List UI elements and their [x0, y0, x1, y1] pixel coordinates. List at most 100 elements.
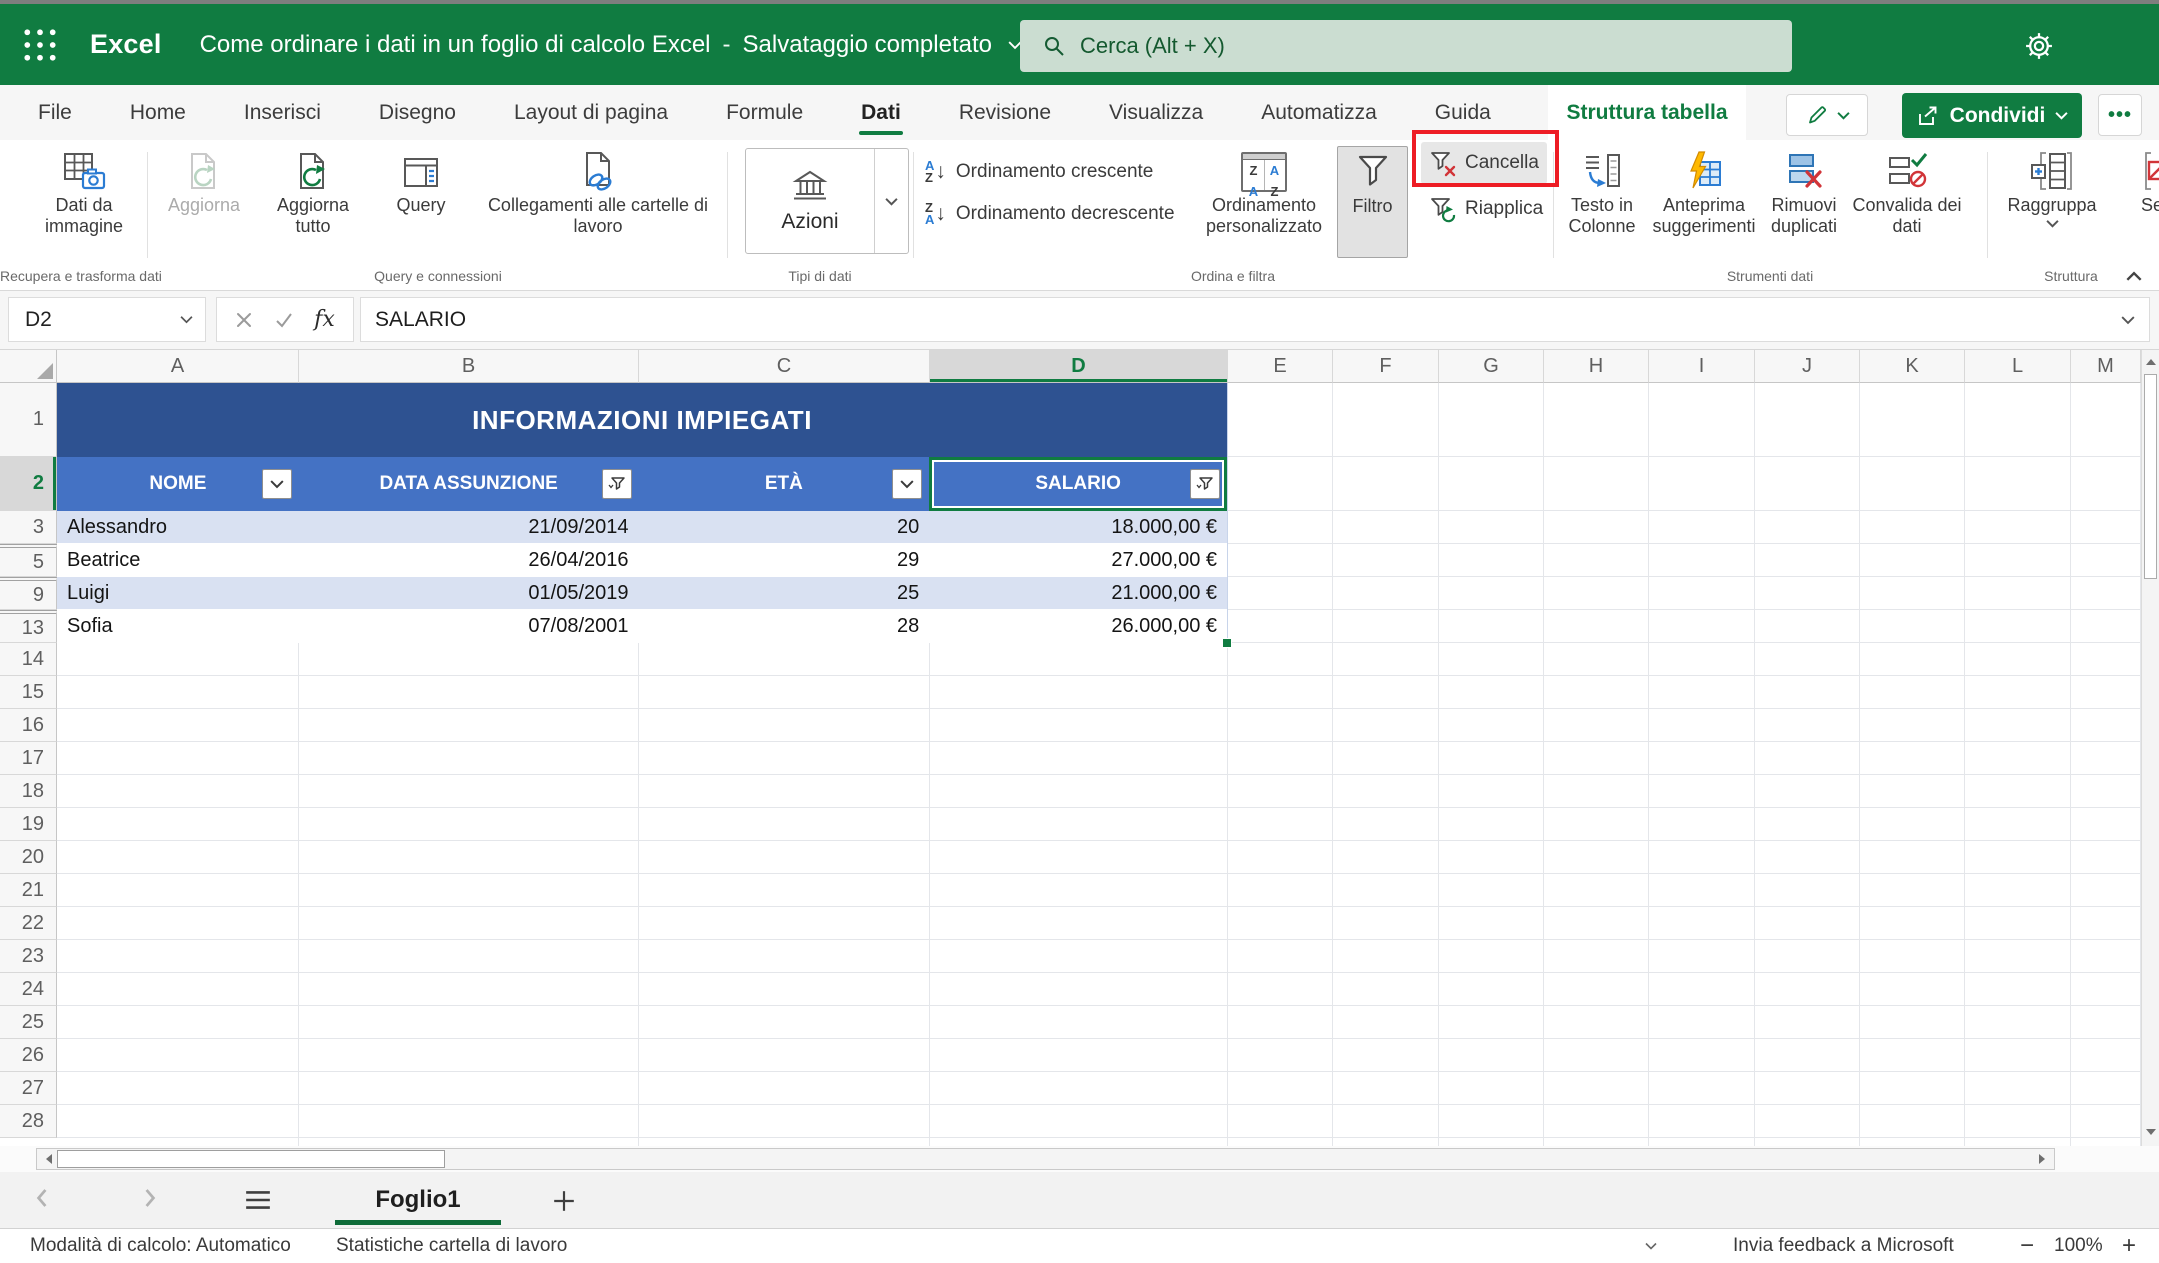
app-name[interactable]: Excel [90, 29, 162, 60]
rimuovi-duplicati-button[interactable]: Rimuovi duplicati [1760, 146, 1848, 262]
aggiorna-button[interactable]: Aggiorna [156, 146, 252, 262]
tab-revisione[interactable]: Revisione [957, 85, 1053, 140]
row-header-24[interactable]: 24 [0, 973, 57, 1006]
cell-date[interactable]: 01/05/2019 [299, 577, 639, 609]
sort-ascending-button[interactable]: AZ↓ Ordinamento crescente [925, 154, 1153, 190]
raggruppa-button[interactable]: Raggruppa [1998, 146, 2106, 262]
collapse-ribbon-button[interactable] [2126, 271, 2142, 282]
tab-file[interactable]: File [36, 85, 74, 140]
column-header-K[interactable]: K [1860, 350, 1965, 383]
testo-in-colonne-button[interactable]: Testo in Colonne [1556, 146, 1648, 262]
column-header-C[interactable]: C [639, 350, 930, 383]
editing-mode-button[interactable] [1786, 94, 1868, 136]
tab-disegno[interactable]: Disegno [377, 85, 458, 140]
row-header-17[interactable]: 17 [0, 742, 57, 775]
filter-dropdown-eta[interactable] [892, 469, 922, 499]
scroll-left-arrow[interactable] [41, 1154, 52, 1164]
riapplica-filtro-button[interactable]: Riapplica [1421, 188, 1551, 230]
tab-formule[interactable]: Formule [724, 85, 805, 140]
more-options-button[interactable]: ••• [2098, 94, 2142, 136]
tab-layout-di-pagina[interactable]: Layout di pagina [512, 85, 670, 140]
column-header-E[interactable]: E [1228, 350, 1333, 383]
azioni-split-button[interactable]: Azioni [745, 148, 909, 254]
header-cell-nome[interactable]: NOME [57, 457, 299, 511]
row-header-3[interactable]: 3 [0, 511, 57, 544]
tab-automatizza[interactable]: Automatizza [1259, 85, 1379, 140]
column-header-M[interactable]: M [2071, 350, 2141, 383]
cancel-entry-icon[interactable] [235, 311, 253, 329]
anteprima-suggerimenti-button[interactable]: Anteprima suggerimenti [1650, 146, 1758, 262]
filter-dropdown-nome[interactable] [262, 469, 292, 499]
confirm-entry-icon[interactable] [274, 311, 294, 329]
row-header-19[interactable]: 19 [0, 808, 57, 841]
sort-descending-button[interactable]: ZA↓ Ordinamento decrescente [925, 196, 1175, 232]
collegamenti-cartelle-button[interactable]: Collegamenti alle cartelle di lavoro [468, 146, 728, 262]
table-title-cell[interactable]: INFORMAZIONI IMPIEGATI [57, 383, 1227, 457]
row-header-22[interactable]: 22 [0, 907, 57, 940]
header-cell-salario-selected[interactable]: SALARIO [929, 457, 1227, 511]
row-header-2[interactable]: 2 [0, 457, 57, 511]
column-header-B[interactable]: B [299, 350, 639, 383]
status-options-chevron[interactable] [1645, 1242, 1657, 1250]
zoom-level[interactable]: 100% [2054, 1229, 2103, 1263]
tab-inserisci[interactable]: Inserisci [242, 85, 323, 140]
cell-name[interactable]: Beatrice [57, 544, 299, 576]
row-header-20[interactable]: 20 [0, 841, 57, 874]
cell-date[interactable]: 07/08/2001 [299, 610, 639, 642]
cell-age[interactable]: 29 [639, 544, 930, 576]
row-header-15[interactable]: 15 [0, 676, 57, 709]
all-sheets-button[interactable] [244, 1189, 272, 1211]
scroll-down-arrow[interactable] [2146, 1129, 2156, 1140]
column-header-I[interactable]: I [1649, 350, 1755, 383]
column-header-J[interactable]: J [1755, 350, 1860, 383]
row-header-13[interactable]: 13 [0, 610, 57, 643]
filter-applied-salario[interactable] [1190, 469, 1220, 499]
cell-age[interactable]: 25 [639, 577, 930, 609]
cell-name[interactable]: Sofia [57, 610, 299, 642]
vertical-scroll-thumb[interactable] [2144, 374, 2157, 579]
row-header-18[interactable]: 18 [0, 775, 57, 808]
formula-input[interactable]: SALARIO [360, 297, 2150, 342]
filtro-button[interactable]: Filtro [1337, 146, 1408, 258]
column-header-H[interactable]: H [1544, 350, 1649, 383]
name-box[interactable]: D2 [8, 297, 206, 342]
custom-sort-button[interactable]: ZAAZ Ordinamento personalizzato [1198, 146, 1330, 262]
tab-guida[interactable]: Guida [1433, 85, 1493, 140]
vertical-scrollbar[interactable] [2141, 350, 2159, 1146]
settings-button[interactable] [2021, 28, 2057, 64]
search-box[interactable] [1020, 20, 1792, 72]
cell-age[interactable]: 20 [639, 511, 930, 543]
row-header-1[interactable]: 1 [0, 383, 57, 457]
workbook-stats-button[interactable]: Statistiche cartella di lavoro [336, 1229, 567, 1263]
sheet-tab-foglio1[interactable]: Foglio1 [320, 1172, 516, 1228]
add-sheet-button[interactable] [552, 1189, 576, 1213]
column-header-D[interactable]: D [930, 350, 1228, 383]
zoom-out-button[interactable]: − [2012, 1229, 2042, 1263]
row-header-21[interactable]: 21 [0, 874, 57, 907]
document-title-control[interactable]: Come ordinare i dati in un foglio di cal… [200, 31, 1022, 59]
column-header-F[interactable]: F [1333, 350, 1439, 383]
insert-function-button[interactable]: fx [314, 307, 335, 332]
row-header-9[interactable]: 9 [0, 577, 57, 610]
feedback-link[interactable]: Invia feedback a Microsoft [1733, 1229, 1954, 1263]
convalida-dati-button[interactable]: Convalida dei dati [1850, 146, 1964, 262]
cell-name[interactable]: Luigi [57, 577, 299, 609]
column-header-L[interactable]: L [1965, 350, 2071, 383]
dati-da-immagine-button[interactable]: Dati da immagine [20, 146, 148, 262]
tab-struttura-tabella[interactable]: Struttura tabella [1548, 85, 1746, 140]
cell-salary[interactable]: 18.000,00 € [929, 511, 1227, 543]
calc-mode-status[interactable]: Modalità di calcolo: Automatico [30, 1229, 291, 1263]
scroll-up-arrow[interactable] [2146, 354, 2156, 365]
azioni-dropdown[interactable] [874, 149, 908, 253]
header-cell-eta[interactable]: ETÀ [639, 457, 930, 511]
filter-applied-data-assunzione[interactable] [602, 469, 632, 499]
cell-salary[interactable]: 27.000,00 € [929, 544, 1227, 576]
scroll-right-arrow[interactable] [2039, 1154, 2050, 1164]
cell-date[interactable]: 21/09/2014 [299, 511, 639, 543]
next-sheet-button[interactable] [142, 1186, 158, 1210]
previous-sheet-button[interactable] [34, 1186, 50, 1210]
row-header-28[interactable]: 28 [0, 1105, 57, 1138]
cell-date[interactable]: 26/04/2016 [299, 544, 639, 576]
row-header-14[interactable]: 14 [0, 643, 57, 676]
horizontal-scroll-thumb[interactable] [57, 1150, 445, 1168]
